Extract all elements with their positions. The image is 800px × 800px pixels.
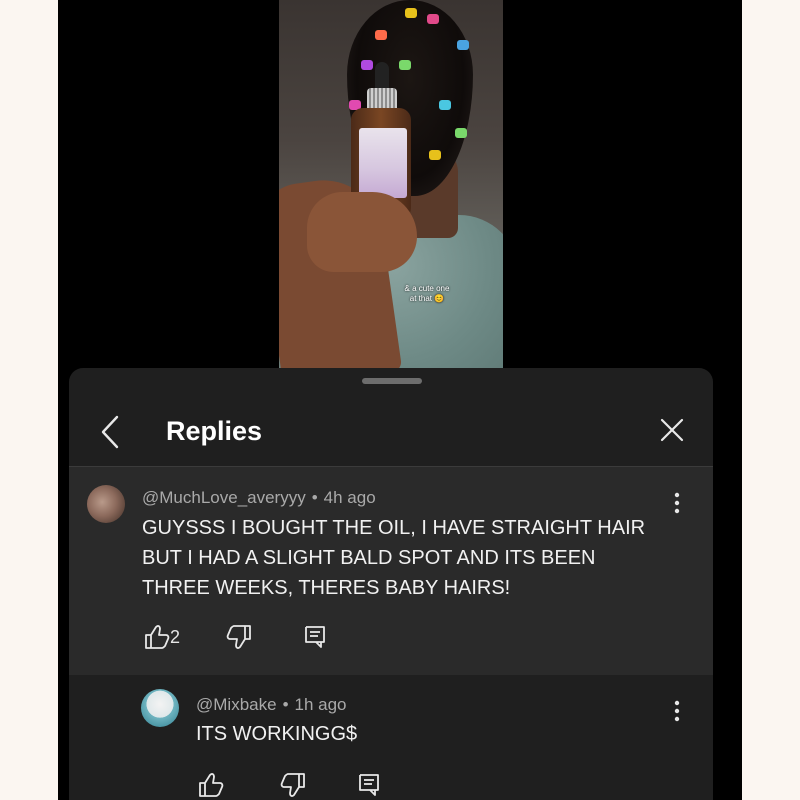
reply-actions [196,770,496,800]
comment-text-line-3: THREE WEEKS, THERES BABY HAIRS! [142,577,511,599]
more-vertical-icon[interactable] [667,491,687,515]
sheet-drag-handle[interactable] [362,378,422,384]
replies-sheet: Replies @MuchLove_averyyy • 4h ago GUYSSS … [69,368,713,800]
meta-separator: • [282,695,289,714]
thumbs-down-icon[interactable] [224,622,254,652]
chevron-left-icon[interactable] [97,414,127,450]
video-bottle-label [359,128,407,198]
replies-title: Replies [166,416,263,446]
hair-clip [427,14,439,24]
phone-screen: & a cute one at that 😊 Replies @MuchLove… [58,0,742,800]
hair-clip [457,40,469,50]
hair-clip [455,128,467,138]
thumbs-down-icon[interactable] [278,770,308,800]
comment-text: GUYSSS I BOUGHT THE OIL, I HAVE STRAIGHT… [142,513,645,603]
hair-clip [405,8,417,18]
comment-author[interactable]: @MuchLove_averyyy [142,488,306,507]
more-vertical-icon[interactable] [667,699,687,723]
hair-clip [375,30,387,40]
meta-separator: • [311,488,318,507]
reply-text: ITS WORKINGG$ [196,723,358,745]
video-caption: & a cute one at that 😊 [397,284,457,304]
reply-comment-icon[interactable] [300,622,330,652]
thumbs-up-icon[interactable] [196,770,226,800]
reply-author[interactable]: @Mixbake [196,695,277,714]
hair-clip [439,100,451,110]
reply-comment: @Mixbake • 1h ago ITS WORKINGG$ [69,675,713,800]
close-icon[interactable] [658,416,686,444]
video-caption-line-1: & a cute one [404,284,450,293]
hair-clip [399,60,411,70]
avatar[interactable] [141,689,179,727]
thumbs-up-icon[interactable] [142,622,172,652]
comment-actions: 2 [142,622,442,652]
reply-comment-icon[interactable] [354,770,384,800]
reply-time: 1h ago [294,695,347,714]
video-player[interactable]: & a cute one at that 😊 [279,0,503,368]
comment-meta: @MuchLove_averyyy • 4h ago [142,487,376,509]
video-caption-line-2: at that 😊 [409,294,445,303]
replies-header: Replies [69,400,713,466]
hair-clip [429,150,441,160]
like-count: 2 [170,627,181,647]
comment-text-line-2: BUT I HAD A SLIGHT BALD SPOT AND ITS BEE… [142,547,596,569]
avatar[interactable] [87,485,125,523]
hair-clip [361,60,373,70]
comment-time: 4h ago [323,488,376,507]
video-hand [307,192,417,272]
comment-text-line-1: GUYSSS I BOUGHT THE OIL, I HAVE STRAIGHT… [142,517,646,539]
reply-meta: @Mixbake • 1h ago [196,694,347,716]
parent-comment: @MuchLove_averyyy • 4h ago GUYSSS I BOUGHT… [69,467,713,675]
